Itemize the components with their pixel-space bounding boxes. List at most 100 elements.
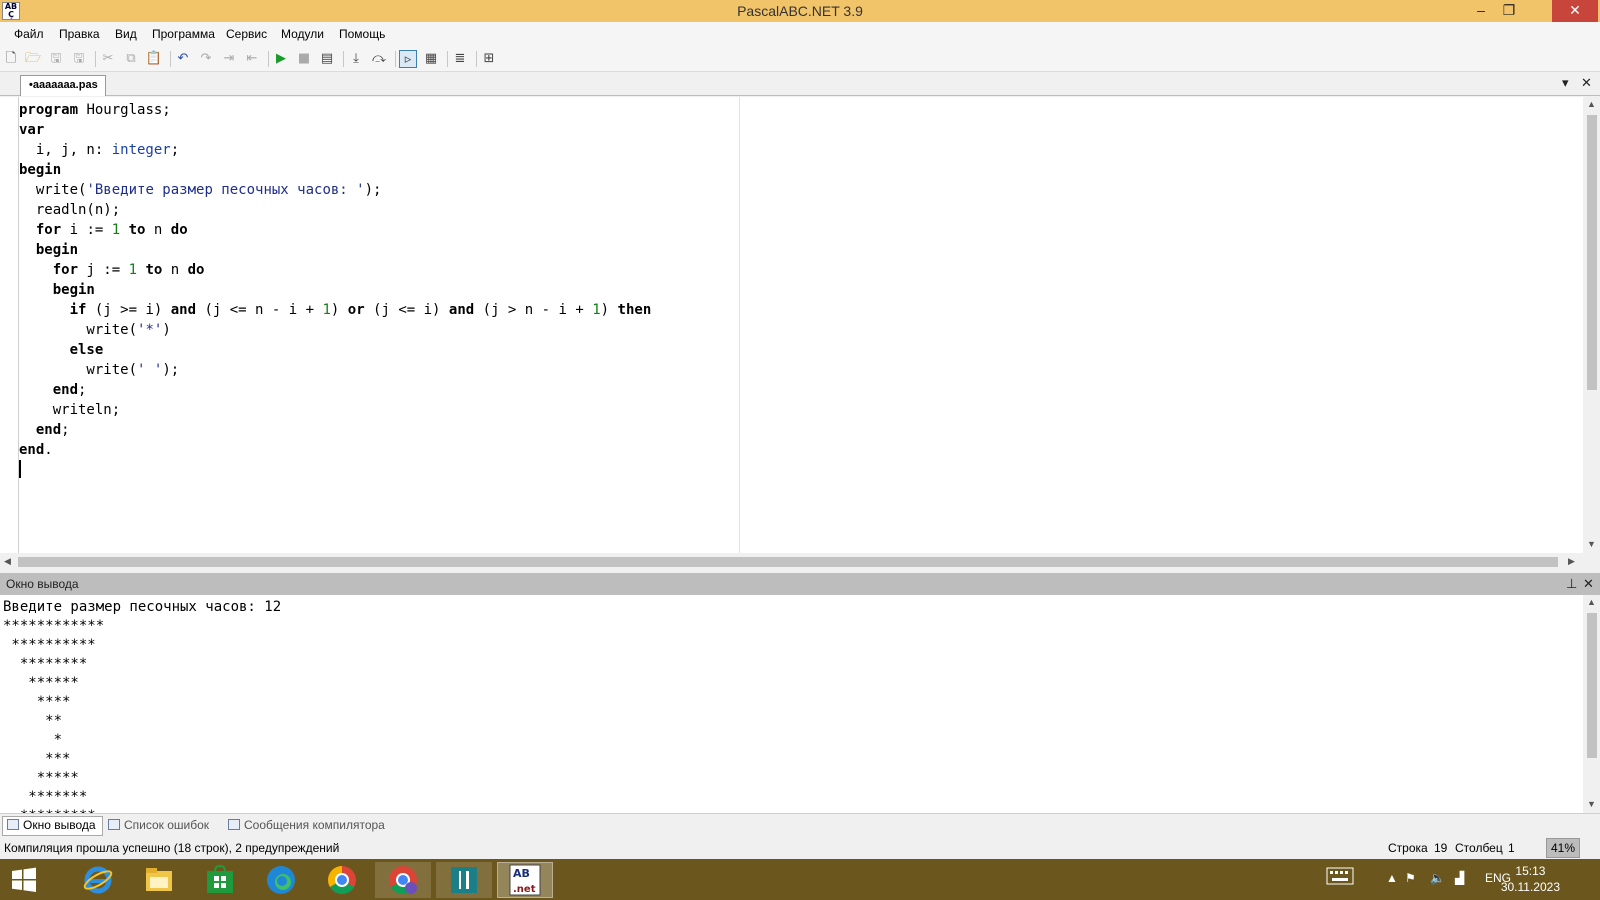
format-icon[interactable]: ≣: [451, 50, 469, 68]
code-line[interactable]: write('Введите размер песочных часов: ')…: [19, 180, 651, 200]
output-line: ****: [3, 694, 71, 710]
editor-vertical-scrollbar[interactable]: ▲ ▼: [1583, 97, 1600, 553]
tab-error-list[interactable]: Список ошибок: [108, 818, 209, 832]
run-icon[interactable]: ▶: [272, 50, 290, 68]
menu-modules[interactable]: Модули: [281, 27, 324, 41]
status-message: Компиляция прошла успешно (18 строк), 2 …: [4, 841, 340, 855]
cut-icon[interactable]: ✂: [99, 50, 117, 68]
code-line[interactable]: write(' ');: [19, 360, 651, 380]
document-tab-bar: •aaaaaaa.pas ▾ ✕: [0, 72, 1600, 96]
indent-icon[interactable]: ⇥: [220, 50, 238, 68]
code-line[interactable]: begin: [19, 160, 651, 180]
step-into-icon[interactable]: ⤓: [347, 50, 365, 68]
copy-icon[interactable]: ⧉: [122, 50, 140, 68]
code-line[interactable]: [19, 460, 651, 480]
code-line[interactable]: begin: [19, 240, 651, 260]
internet-explorer-icon[interactable]: [70, 862, 126, 898]
restore-button[interactable]: ❐: [1495, 0, 1523, 22]
code-line[interactable]: write('*'): [19, 320, 651, 340]
scroll-down-icon[interactable]: ▼: [1587, 799, 1596, 809]
compile-icon[interactable]: ▤: [318, 50, 336, 68]
file-explorer-icon[interactable]: [131, 862, 187, 898]
menu-edit[interactable]: Правка: [59, 27, 100, 41]
tab-aaaaaaa-pas[interactable]: •aaaaaaa.pas: [20, 75, 106, 96]
console-icon[interactable]: ▹: [399, 50, 417, 68]
tab-compiler-messages-label: Сообщения компилятора: [244, 818, 385, 832]
windows-start-icon[interactable]: [0, 862, 48, 898]
show-hidden-icons-icon[interactable]: ▲: [1386, 871, 1398, 885]
close-panel-icon[interactable]: ✕: [1583, 576, 1594, 592]
code-line[interactable]: end;: [19, 380, 651, 400]
undo-icon[interactable]: ↶: [174, 50, 192, 68]
clock-date: 30.11.2023: [1500, 880, 1560, 894]
paste-icon[interactable]: 📋: [145, 50, 163, 68]
scroll-right-icon[interactable]: ▶: [1568, 556, 1575, 567]
designer-icon[interactable]: ⊞: [480, 50, 498, 68]
pin-icon[interactable]: ⊥: [1566, 576, 1577, 592]
minimize-button[interactable]: –: [1467, 0, 1495, 22]
scroll-thumb[interactable]: [1587, 115, 1597, 390]
tab-list-dropdown-icon[interactable]: ▾: [1562, 75, 1569, 91]
zoom-level[interactable]: 41%: [1546, 838, 1580, 858]
store-icon[interactable]: [192, 862, 248, 898]
code-editor[interactable]: program Hourglass; var i, j, n: integer; b…: [0, 97, 1600, 570]
output-window[interactable]: Введите размер песочных часов: 12 *******…: [0, 595, 1600, 813]
output-vertical-scrollbar[interactable]: ▲ ▼: [1583, 595, 1600, 813]
network-flag-icon[interactable]: ⚑: [1405, 871, 1416, 885]
chrome-icon[interactable]: [314, 862, 370, 898]
close-tab-icon[interactable]: ✕: [1581, 75, 1592, 91]
code-line[interactable]: for j := 1 to n do: [19, 260, 651, 280]
code-line[interactable]: else: [19, 340, 651, 360]
scroll-down-icon[interactable]: ▼: [1587, 539, 1596, 549]
menu-help[interactable]: Помощь: [339, 27, 385, 41]
chrome-profile-icon[interactable]: [375, 862, 431, 898]
scroll-left-icon[interactable]: ◀: [4, 556, 11, 567]
pascalabc-icon[interactable]: AB .net: [497, 862, 553, 898]
signal-icon[interactable]: ▟: [1455, 871, 1464, 885]
close-window-button[interactable]: ✕: [1552, 0, 1598, 22]
output-line: ************: [3, 618, 105, 634]
code-line[interactable]: readln(n);: [19, 200, 651, 220]
code-line[interactable]: writeln;: [19, 400, 651, 420]
menu-view[interactable]: Вид: [115, 27, 137, 41]
output-line: ***: [3, 751, 71, 767]
code-line[interactable]: if (j >= i) and (j <= n - i + 1) or (j <…: [19, 300, 652, 320]
scroll-thumb[interactable]: [1587, 613, 1597, 758]
clock[interactable]: 15:13 30.11.2023: [1501, 863, 1560, 895]
code-line[interactable]: program Hourglass;: [19, 100, 651, 120]
save-icon[interactable]: 🖫: [47, 50, 65, 68]
step-over-icon[interactable]: ⤼: [370, 50, 388, 68]
restaurant-app-icon[interactable]: [436, 862, 492, 898]
code-text[interactable]: program Hourglass; var i, j, n: integer; b…: [19, 100, 651, 480]
scroll-thumb[interactable]: [18, 557, 1558, 567]
tab-output-window[interactable]: Окно вывода: [2, 816, 103, 836]
new-file-icon[interactable]: 🗋: [2, 50, 20, 68]
scroll-up-icon[interactable]: ▲: [1587, 597, 1596, 607]
row-value: 19: [1434, 841, 1448, 855]
outdent-icon[interactable]: ⇤: [243, 50, 261, 68]
editor-horizontal-scrollbar[interactable]: ◀ ▶: [0, 553, 1583, 570]
menu-service[interactable]: Сервис: [226, 27, 267, 41]
code-line[interactable]: var: [19, 120, 651, 140]
output-line: **: [3, 713, 63, 729]
edge-icon[interactable]: [253, 862, 309, 898]
open-icon[interactable]: 🗁: [24, 50, 42, 68]
menu-program[interactable]: Программа: [152, 27, 215, 41]
code-line[interactable]: end;: [19, 420, 651, 440]
menu-file[interactable]: Файл: [14, 27, 44, 41]
toolbar-separator: [395, 51, 396, 67]
code-line[interactable]: begin: [19, 280, 651, 300]
tab-compiler-messages[interactable]: Сообщения компилятора: [228, 818, 385, 832]
stop-icon[interactable]: ■: [295, 50, 313, 68]
code-line[interactable]: end.: [19, 440, 651, 460]
output-line: *****: [3, 770, 79, 786]
save-all-icon[interactable]: 🖫: [70, 50, 88, 68]
volume-icon[interactable]: 🔈: [1430, 871, 1445, 885]
svg-text:AB: AB: [513, 867, 530, 880]
code-line[interactable]: i, j, n: integer;: [19, 140, 651, 160]
scroll-up-icon[interactable]: ▲: [1587, 99, 1596, 109]
code-line[interactable]: for i := 1 to n do: [19, 220, 651, 240]
debug-icon[interactable]: ▦: [422, 50, 440, 68]
redo-icon[interactable]: ↷: [197, 50, 215, 68]
keyboard-icon[interactable]: [1326, 865, 1354, 890]
